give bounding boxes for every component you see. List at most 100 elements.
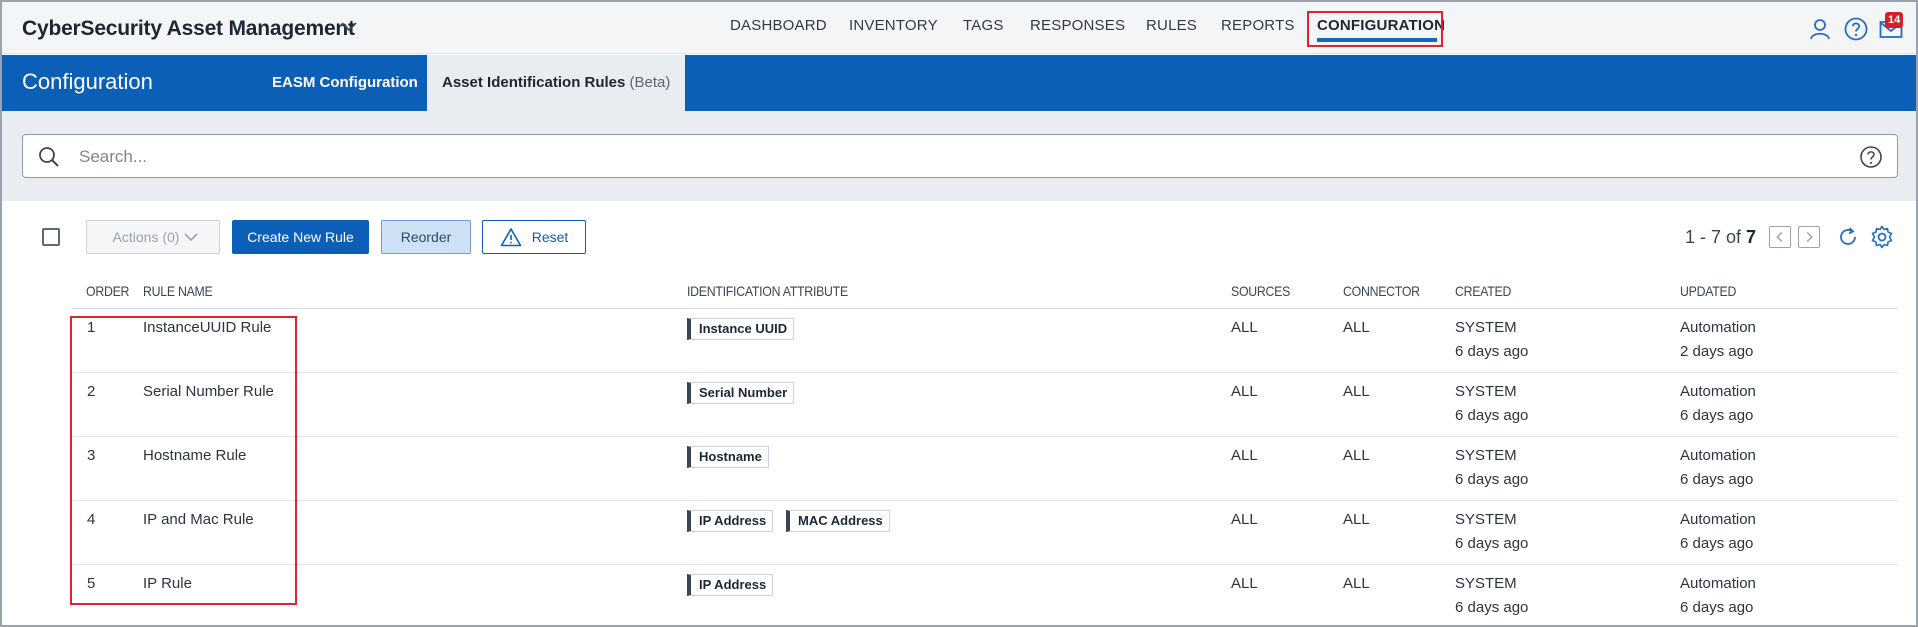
sources-cell: ALL bbox=[1231, 575, 1258, 592]
connector-cell: ALL bbox=[1343, 575, 1370, 592]
attribute-chip: Hostname bbox=[687, 446, 769, 468]
created-by-cell: SYSTEM bbox=[1455, 447, 1517, 464]
rule-name-cell[interactable]: IP and Mac Rule bbox=[143, 511, 254, 528]
column-header-sources[interactable]: SOURCES bbox=[1231, 283, 1290, 299]
app-window: CyberSecurity Asset Management DASHBOARD… bbox=[0, 0, 1918, 627]
refresh-icon[interactable] bbox=[1835, 224, 1861, 250]
select-all-checkbox[interactable] bbox=[42, 228, 60, 246]
attribute-chip: MAC Address bbox=[786, 510, 890, 532]
updated-by-cell: Automation bbox=[1680, 575, 1756, 592]
created-when-cell: 6 days ago bbox=[1455, 599, 1529, 616]
reorder-button[interactable]: Reorder bbox=[381, 220, 471, 254]
rule-name-cell[interactable]: InstanceUUID Rule bbox=[143, 319, 271, 336]
table-row[interactable]: 3 Hostname Rule Hostname ALL ALL SYSTEM … bbox=[72, 437, 1898, 501]
tab-easm-configuration[interactable]: EASM Configuration bbox=[257, 55, 433, 111]
sources-cell: ALL bbox=[1231, 511, 1258, 528]
updated-when-cell: 6 days ago bbox=[1680, 599, 1754, 616]
rule-name-cell[interactable]: IP Rule bbox=[143, 575, 192, 592]
top-bar: CyberSecurity Asset Management DASHBOARD… bbox=[2, 2, 1916, 54]
attribute-chip: Serial Number bbox=[687, 382, 795, 404]
notification-badge: 14 bbox=[1885, 12, 1904, 28]
chevron-down-icon[interactable] bbox=[340, 20, 358, 34]
table-row[interactable]: 5 IP Rule IP Address ALL ALL SYSTEM 6 da… bbox=[72, 565, 1898, 625]
nav-tags[interactable]: TAGS bbox=[963, 17, 1004, 34]
app-title[interactable]: CyberSecurity Asset Management bbox=[22, 17, 355, 41]
updated-when-cell: 2 days ago bbox=[1680, 343, 1754, 360]
user-icon[interactable] bbox=[1807, 16, 1833, 42]
gear-icon[interactable] bbox=[1869, 224, 1895, 250]
tab-asset-identification-rules[interactable]: Asset Identification Rules (Beta) bbox=[427, 55, 686, 111]
sources-cell: ALL bbox=[1231, 447, 1258, 464]
actions-dropdown[interactable]: Actions (0) bbox=[86, 220, 220, 254]
create-new-rule-button[interactable]: Create New Rule bbox=[232, 220, 369, 254]
column-header-rule-name[interactable]: RULE NAME bbox=[143, 283, 213, 299]
page-header: Configuration EASM Configuration Asset I… bbox=[2, 55, 1916, 111]
search-input[interactable] bbox=[79, 144, 1839, 170]
nav-reports[interactable]: REPORTS bbox=[1221, 17, 1295, 34]
created-by-cell: SYSTEM bbox=[1455, 575, 1517, 592]
attribute-chip: IP Address bbox=[687, 510, 774, 532]
column-header-connector[interactable]: CONNECTOR bbox=[1343, 283, 1420, 299]
updated-by-cell: Automation bbox=[1680, 319, 1756, 336]
updated-when-cell: 6 days ago bbox=[1680, 535, 1754, 552]
table-row[interactable]: 2 Serial Number Rule Serial Number ALL A… bbox=[72, 373, 1898, 437]
nav-dashboard[interactable]: DASHBOARD bbox=[730, 17, 827, 34]
created-by-cell: SYSTEM bbox=[1455, 511, 1517, 528]
connector-cell: ALL bbox=[1343, 511, 1370, 528]
updated-by-cell: Automation bbox=[1680, 511, 1756, 528]
highlight-box-configuration bbox=[1307, 11, 1443, 47]
order-cell: 3 bbox=[87, 447, 96, 464]
tab-label: EASM Configuration bbox=[272, 74, 418, 91]
created-when-cell: 6 days ago bbox=[1455, 471, 1529, 488]
created-by-cell: SYSTEM bbox=[1455, 319, 1517, 336]
created-when-cell: 6 days ago bbox=[1455, 535, 1529, 552]
warning-icon bbox=[500, 228, 522, 247]
actions-label: Actions (0) bbox=[112, 229, 180, 245]
rule-name-cell[interactable]: Hostname Rule bbox=[143, 447, 246, 464]
search-icon bbox=[39, 147, 59, 167]
attribute-chip: Instance UUID bbox=[687, 318, 795, 340]
prev-page-icon[interactable] bbox=[1769, 226, 1791, 248]
table-row[interactable]: 1 InstanceUUID Rule Instance UUID ALL AL… bbox=[72, 309, 1898, 373]
connector-cell: ALL bbox=[1343, 447, 1370, 464]
pagination-range: 1 - 7 of bbox=[1685, 227, 1742, 247]
order-cell: 2 bbox=[87, 383, 96, 400]
nav-responses[interactable]: RESPONSES bbox=[1030, 17, 1125, 34]
rule-name-cell[interactable]: Serial Number Rule bbox=[143, 383, 274, 400]
beta-label: (Beta) bbox=[629, 74, 671, 91]
search-help-icon[interactable] bbox=[1859, 145, 1883, 169]
pagination-total: 7 bbox=[1746, 227, 1757, 247]
created-by-cell: SYSTEM bbox=[1455, 383, 1517, 400]
updated-by-cell: Automation bbox=[1680, 447, 1756, 464]
attribute-chip: IP Address bbox=[687, 574, 774, 596]
order-cell: 4 bbox=[87, 511, 96, 528]
sources-cell: ALL bbox=[1231, 383, 1258, 400]
reset-button[interactable]: Reset bbox=[482, 220, 586, 254]
help-icon[interactable] bbox=[1843, 16, 1869, 42]
connector-cell: ALL bbox=[1343, 319, 1370, 336]
column-header-created[interactable]: CREATED bbox=[1455, 283, 1511, 299]
updated-when-cell: 6 days ago bbox=[1680, 471, 1754, 488]
order-cell: 5 bbox=[87, 575, 96, 592]
order-cell: 1 bbox=[87, 319, 96, 336]
updated-by-cell: Automation bbox=[1680, 383, 1756, 400]
tab-label: Asset Identification Rules bbox=[442, 74, 626, 91]
created-when-cell: 6 days ago bbox=[1455, 343, 1529, 360]
column-header-identification-attribute[interactable]: IDENTIFICATION ATTRIBUTE bbox=[687, 283, 848, 299]
search-band bbox=[2, 111, 1916, 201]
nav-inventory[interactable]: INVENTORY bbox=[849, 17, 938, 34]
nav-rules[interactable]: RULES bbox=[1146, 17, 1197, 34]
next-page-icon[interactable] bbox=[1798, 226, 1820, 248]
connector-cell: ALL bbox=[1343, 383, 1370, 400]
reset-label: Reset bbox=[531, 229, 569, 245]
table-row[interactable]: 4 IP and Mac Rule IP Address MAC Address… bbox=[72, 501, 1898, 565]
created-when-cell: 6 days ago bbox=[1455, 407, 1529, 424]
column-header-updated[interactable]: UPDATED bbox=[1680, 283, 1736, 299]
page-title: Configuration bbox=[22, 69, 153, 94]
updated-when-cell: 6 days ago bbox=[1680, 407, 1754, 424]
sources-cell: ALL bbox=[1231, 319, 1258, 336]
column-header-order[interactable]: ORDER bbox=[86, 283, 129, 299]
search-box bbox=[22, 134, 1898, 178]
chevron-down-icon bbox=[184, 233, 198, 242]
pagination-summary: 1 - 7 of 7 bbox=[1685, 227, 1756, 248]
